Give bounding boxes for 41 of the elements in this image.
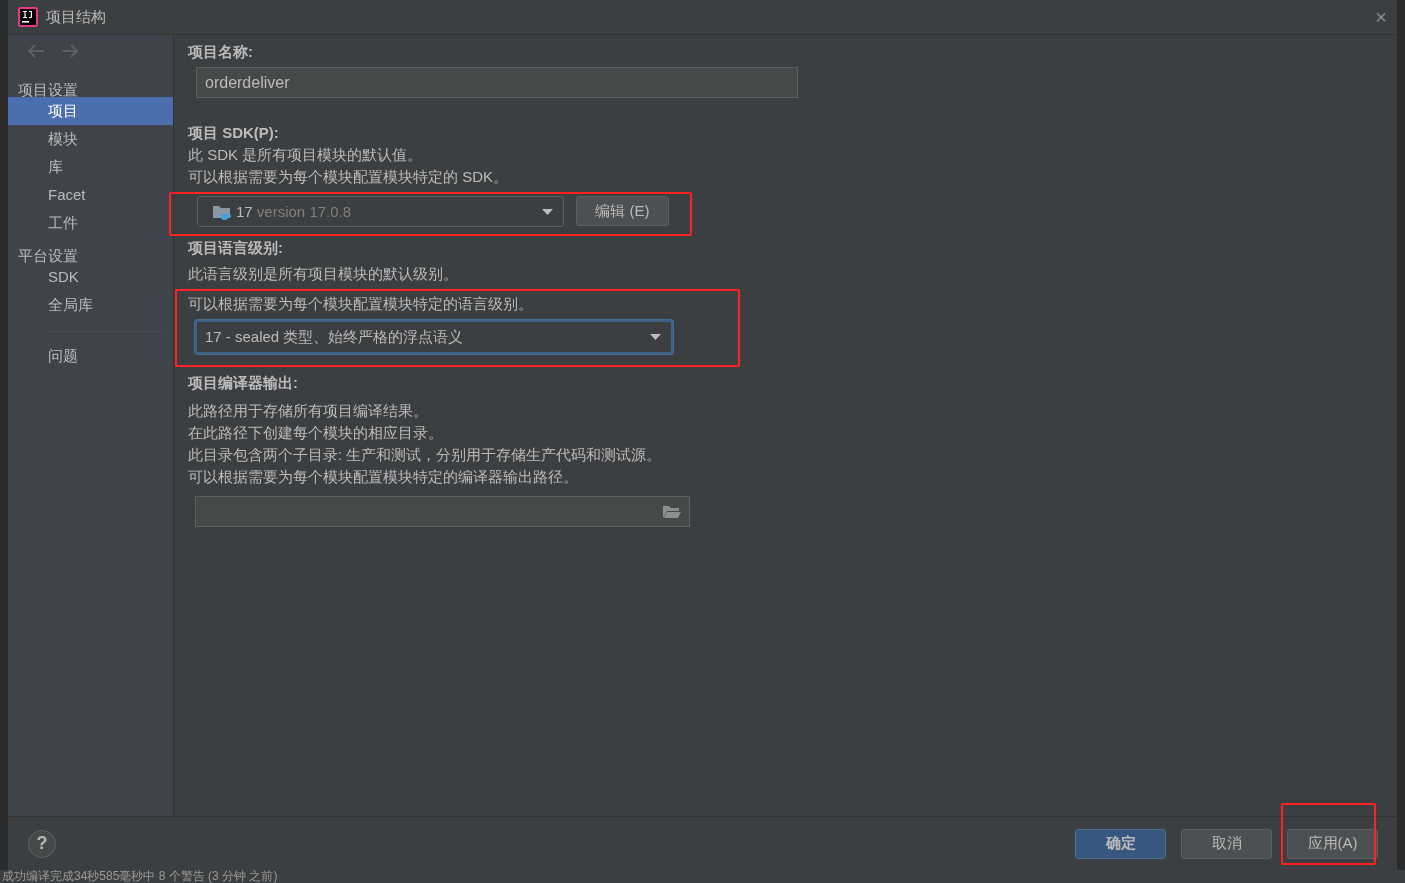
status-text: 成功编译完成34秒585毫秒中 8 个警告 (3 分钟 之前): [0, 870, 1405, 883]
sidebar-heading: 项目设置: [17, 80, 79, 97]
sidebar-item[interactable]: 工件: [8, 209, 173, 237]
edit-button[interactable]: 编辑 (E): [576, 196, 669, 226]
field-label: 项目编译器输出:: [188, 373, 298, 393]
field-label: 项目语言级别:: [188, 238, 283, 258]
sidebar-item[interactable]: 问题: [8, 342, 173, 370]
back-arrow-icon[interactable]: [26, 43, 46, 59]
sdk-dropdown[interactable]: 17 version 17.0.8: [197, 196, 564, 227]
description-text: 可以根据需要为每个模块配置模块特定的编译器输出路径。: [188, 467, 579, 487]
window-title: 项目结构: [46, 7, 107, 27]
app-logo-icon: [18, 7, 38, 27]
folder-icon[interactable]: [662, 504, 681, 519]
forward-arrow-icon[interactable]: [60, 43, 80, 59]
dropdown-caret-icon: [650, 334, 661, 340]
field-label: 项目名称:: [188, 42, 253, 62]
description-text: 在此路径下创建每个模块的相应目录。: [188, 423, 444, 443]
description-text: 此语言级别是所有项目模块的默认级别。: [188, 264, 459, 284]
sidebar-item[interactable]: 项目: [8, 97, 173, 125]
close-button[interactable]: ×: [1375, 7, 1387, 27]
dialog-button[interactable]: 应用(A): [1287, 828, 1378, 859]
sdk-value: 17 version 17.0.8: [236, 203, 353, 220]
help-button[interactable]: ?: [28, 829, 56, 858]
description-text: 可以根据需要为每个模块配置模块特定的 SDK。: [188, 167, 509, 187]
description-text: 此目录包含两个子目录: 生产和测试，分别用于存储生产代码和测试源。: [188, 445, 663, 465]
description-text: 可以根据需要为每个模块配置模块特定的语言级别。: [188, 294, 534, 314]
sidebar-item[interactable]: Facet: [8, 181, 173, 209]
sidebar-item[interactable]: SDK: [8, 263, 173, 291]
field-label: 项目 SDK(P):: [188, 123, 279, 143]
project-name-field[interactable]: orderdeliver: [196, 67, 798, 98]
description-text: 此 SDK 是所有项目模块的默认值。: [188, 145, 424, 165]
sidebar-heading: 平台设置: [17, 246, 79, 263]
dropdown-caret-icon: [542, 208, 553, 215]
sidebar-item[interactable]: 库: [8, 153, 173, 181]
sidebar-item[interactable]: 模块: [8, 125, 173, 153]
sidebar-item[interactable]: 全局库: [8, 291, 173, 319]
dialog-button[interactable]: 取消: [1181, 828, 1272, 859]
ok-button[interactable]: 确定: [1075, 828, 1166, 859]
language-level-dropdown[interactable]: 17 - sealed 类型、始终严格的浮点语义: [195, 320, 673, 354]
description-text: 此路径用于存储所有项目编译结果。: [188, 401, 429, 421]
output-path-field[interactable]: [195, 496, 690, 527]
